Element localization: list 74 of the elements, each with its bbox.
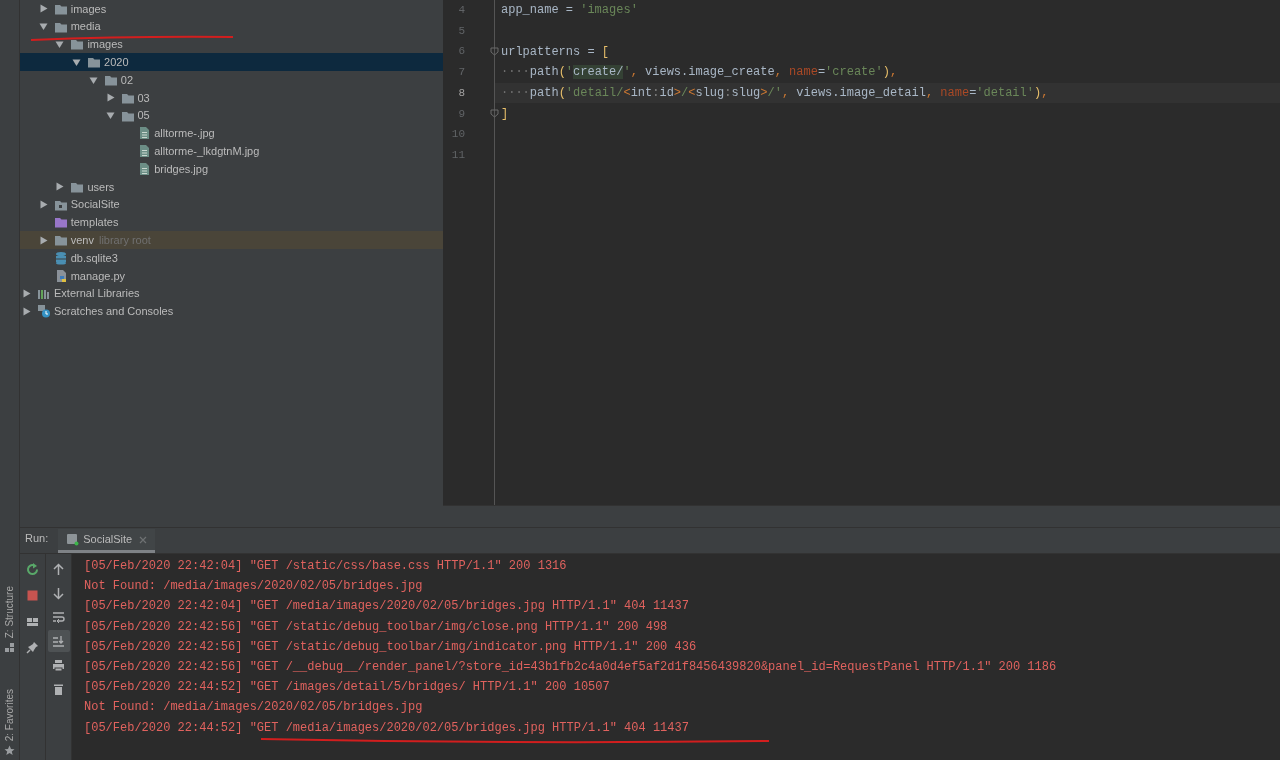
image-file-icon	[137, 162, 152, 177]
expanded-arrow-icon[interactable]	[38, 22, 48, 32]
code-line: app_name = 'images'	[501, 2, 638, 20]
trash-icon	[52, 682, 65, 696]
tree-item[interactable]: 02	[20, 71, 443, 89]
line-number: 8	[457, 85, 465, 101]
expanded-arrow-icon[interactable]	[105, 111, 115, 121]
fold-marker-icon[interactable]	[490, 109, 499, 119]
tree-item[interactable]: users	[20, 177, 443, 196]
run-tab[interactable]: SocialSite	[58, 529, 156, 553]
collapsed-arrow-icon[interactable]	[38, 4, 48, 14]
console-line: Not Found: /media/images/2020/02/05/bridges.jpg	[84, 699, 423, 717]
console-line: [05/Feb/2020 22:44:52] "GET /images/detail/5/bridges/ HTTP/1.1" 200 10507	[84, 679, 610, 697]
tree-item[interactable]: manage.py	[20, 266, 443, 285]
run-config-icon	[66, 533, 80, 546]
console-line: [05/Feb/2020 22:42:56] "GET /static/debug_toolbar/img/indicator.png HTTP/1.1" 200 436	[84, 638, 697, 656]
tree-item[interactable]: templates	[20, 213, 443, 232]
tree-item[interactable]: 03	[20, 89, 443, 107]
console-line: [05/Feb/2020 22:42:04] "GET /static/css/base.css HTTP/1.1" 200 1316	[84, 558, 567, 576]
console-line: [05/Feb/2020 22:42:56] "GET /__debug__/render_panel/?store_id=43b1fb2c4a0d4ef5af2d1f8456439820&panel_id=RequestPanel HTTP/1.1" 200 1186	[84, 659, 1057, 677]
collapsed-arrow-icon[interactable]	[55, 182, 65, 192]
code-line: urlpatterns = [	[501, 43, 610, 61]
tree-item[interactable]: Scratches and Consoles	[20, 302, 443, 321]
console-line: [05/Feb/2020 22:42:56] "GET /static/debug_toolbar/img/close.png HTTP/1.1" 200 498	[84, 618, 668, 636]
up-arrow-icon	[52, 562, 65, 576]
folder-icon	[53, 233, 68, 248]
expanded-arrow-icon[interactable]	[55, 40, 65, 49]
collapsed-arrow-icon[interactable]	[38, 235, 48, 245]
tree-item[interactable]: images	[20, 35, 443, 54]
pin-icon	[26, 640, 39, 654]
star-icon	[4, 745, 15, 756]
database-icon	[53, 251, 68, 266]
tree-item[interactable]: alltorme-_lkdgtnM.jpg	[20, 142, 443, 161]
tool-window-button[interactable]: 2: Favorites	[2, 688, 17, 756]
collapsed-arrow-icon[interactable]	[105, 93, 115, 103]
image-file-icon	[137, 144, 152, 159]
tree-item[interactable]: 05	[20, 106, 443, 125]
line-number: 11	[450, 147, 465, 163]
structure-icon	[4, 641, 15, 653]
panel-title: Run:	[25, 530, 49, 546]
console-line: Not Found: /media/images/2020/02/05/bridges.jpg	[84, 578, 423, 596]
scratches-icon	[37, 304, 51, 319]
tree-item[interactable]: media	[20, 17, 443, 36]
code-line: ]	[501, 105, 509, 123]
soft-wrap-icon	[52, 610, 65, 624]
folder-icon	[87, 55, 102, 70]
tree-item[interactable]: SocialSite	[20, 195, 443, 214]
tool-window-button[interactable]: Z: Structure	[2, 585, 17, 653]
expanded-arrow-icon[interactable]	[72, 57, 82, 67]
fold-marker-icon[interactable]	[490, 47, 499, 57]
line-number: 10	[450, 127, 465, 143]
down-arrow-icon	[52, 586, 65, 600]
collapsed-arrow-icon[interactable]	[22, 306, 31, 316]
line-number: 4	[457, 3, 465, 19]
tree-item[interactable]: bridges.jpg	[20, 160, 443, 178]
code-line: ····path('create/', views.image_create, name='create'),	[501, 64, 898, 82]
line-number: 7	[457, 65, 465, 81]
scroll-to-end-button[interactable]	[47, 630, 70, 652]
tree-item[interactable]: 2020	[20, 53, 443, 72]
rerun-icon	[26, 562, 39, 576]
code-line: ····path('detail/<int:id>/<slug:slug>/', views.image_detail, name='detail'),	[501, 85, 1049, 103]
image-file-icon	[137, 126, 152, 141]
collapsed-arrow-icon[interactable]	[22, 289, 31, 299]
printer-icon	[52, 658, 65, 672]
scroll-to-end-icon	[52, 634, 65, 648]
tree-item[interactable]: db.sqlite3	[20, 249, 443, 267]
expanded-arrow-icon[interactable]	[88, 75, 98, 85]
tree-item[interactable]: External Libraries	[20, 284, 443, 303]
tree-item[interactable]: alltorme-.jpg	[20, 124, 443, 143]
tree-item[interactable]: images	[20, 0, 443, 18]
console-line: [05/Feb/2020 22:42:04] "GET /media/images/2020/02/05/bridges.jpg HTTP/1.1" 404 11437	[84, 598, 689, 616]
stop-icon	[26, 588, 39, 602]
console-line: [05/Feb/2020 22:44:52] "GET /media/images/2020/02/05/bridges.jpg HTTP/1.1" 404 11437	[84, 719, 689, 737]
collapsed-arrow-icon[interactable]	[38, 200, 48, 210]
